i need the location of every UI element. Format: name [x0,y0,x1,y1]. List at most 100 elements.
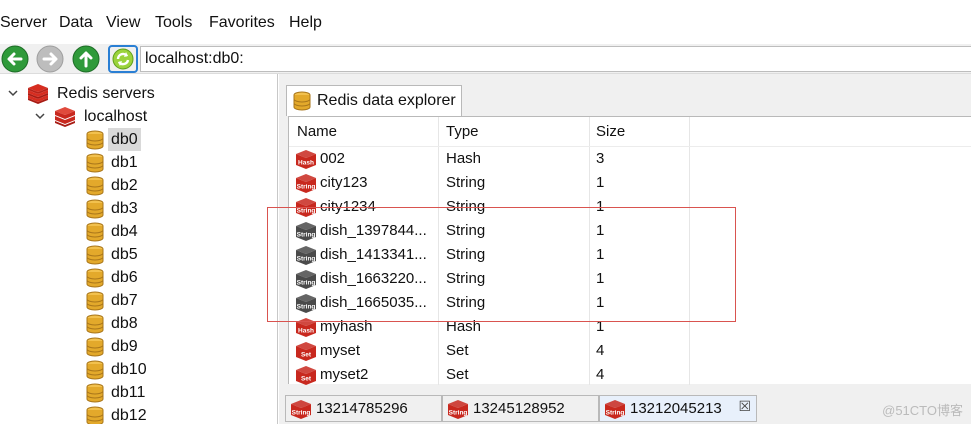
menu-favorites[interactable]: Favorites [209,13,275,33]
tree-item-db8[interactable]: db8 [0,312,277,335]
tree-item-label: db3 [111,200,138,217]
tree-item-db6[interactable]: db6 [0,266,277,289]
tab-redis-data-explorer[interactable]: Redis data explorer [286,85,462,116]
menu-server[interactable]: Server [0,13,47,33]
cell-name: 002 [320,150,346,167]
cell-size: 4 [596,366,605,383]
tree-item-label: db8 [111,315,138,332]
database-icon [86,176,104,196]
set-key-icon: Set [294,341,318,362]
menu-data[interactable]: Data [59,13,93,33]
forward-arrow-icon[interactable] [36,45,64,73]
cell-type: Hash [446,150,482,167]
chevron-down-icon[interactable] [34,110,46,122]
database-icon [86,291,104,311]
column-header-size[interactable]: Size [596,120,625,144]
chevron-down-icon[interactable] [7,87,19,99]
tree-item-db11[interactable]: db11 [0,381,277,404]
tree-item-label: db11 [111,384,146,401]
up-arrow-icon[interactable] [72,45,100,73]
string-key-icon: String [603,399,627,420]
cell-name: city123 [320,174,368,191]
string-key-icon: String [294,173,318,194]
tree-item-label: db1 [111,154,138,171]
back-arrow-icon[interactable] [1,45,29,73]
set-key-icon: Set [294,365,318,386]
cell-type: String [446,174,486,191]
close-icon[interactable]: ☒ [738,398,751,415]
database-icon [86,406,104,424]
table-row[interactable]: Hash 002 Hash 3 [289,147,971,171]
tree-item-db5[interactable]: db5 [0,243,277,266]
database-icon [86,153,104,173]
menu-view[interactable]: View [106,13,140,33]
menu-bar: Server Data View Tools Favorites Help [0,0,971,44]
database-icon [86,245,104,265]
tree-item-db3[interactable]: db3 [0,197,277,220]
redis-servers-icon [28,84,48,104]
tree-item-db12[interactable]: db12 [0,404,277,424]
tree-item-label: db0 [108,128,141,151]
tree-item-label: db7 [111,292,138,309]
cell-type: Set [446,342,469,359]
database-icon [86,199,104,219]
tree-item-label: db10 [111,361,147,378]
cell-size: 3 [596,150,605,167]
tab-label: Redis data explorer [317,92,456,109]
svg-text:String: String [449,410,468,417]
tree-item-db2[interactable]: db2 [0,174,277,197]
key-tab[interactable]: String 13245128952 [442,395,599,422]
hash-key-icon: Hash [294,149,318,170]
redis-server-icon [55,107,75,127]
tree-root-label: Redis servers [57,85,155,102]
tree-item-db7[interactable]: db7 [0,289,277,312]
key-tab-label: 13214785296 [316,400,408,417]
svg-text:Hash: Hash [298,328,314,335]
column-header-type[interactable]: Type [446,120,479,144]
table-row[interactable]: Set myset2 Set 4 [289,363,971,387]
database-icon [86,360,104,380]
svg-text:Hash: Hash [298,160,314,167]
svg-text:Set: Set [301,376,312,383]
tree-item-db10[interactable]: db10 [0,358,277,381]
database-icon [86,314,104,334]
database-icon [293,91,311,111]
server-tree: Redis servers localhost db0 db1 db2 db3 db4 d… [0,74,278,424]
tree-item-label: db5 [111,246,138,263]
string-key-icon: String [289,399,313,420]
cell-name: myset2 [320,366,369,383]
key-tab-label: 13212045213 [630,400,722,417]
tree-item-db4[interactable]: db4 [0,220,277,243]
cell-name: myset [320,342,361,359]
tree-item-label: db6 [111,269,138,286]
menu-help[interactable]: Help [289,13,322,33]
svg-text:String: String [292,410,311,417]
cell-size: 4 [596,342,605,359]
menu-tools[interactable]: Tools [155,13,192,33]
column-header-name[interactable]: Name [297,120,337,144]
database-icon [86,268,104,288]
highlight-rectangle [267,207,736,322]
database-icon [86,337,104,357]
database-icon [86,130,104,150]
table-row[interactable]: Set myset Set 4 [289,339,971,363]
string-key-icon: String [446,399,470,420]
database-icon [86,222,104,242]
tree-item-db1[interactable]: db1 [0,151,277,174]
tree-server-label: localhost [84,108,148,125]
key-tab[interactable]: String 13214785296 [285,395,442,422]
key-tab-label: 13245128952 [473,400,565,417]
svg-text:String: String [297,184,316,191]
tree-server-localhost[interactable]: localhost [0,105,277,128]
tree-item-label: db2 [111,177,138,194]
key-tab[interactable]: String 13212045213 ☒ [599,395,757,422]
table-row[interactable]: String city123 String 1 [289,171,971,195]
tree-item-db0[interactable]: db0 [0,128,277,151]
watermark: @51CTO博客 [882,403,963,418]
tree-root-redis-servers[interactable]: Redis servers [0,82,277,105]
tree-item-label: db4 [111,223,138,240]
address-field[interactable]: localhost:db0: [140,46,971,72]
tree-item-db9[interactable]: db9 [0,335,277,358]
refresh-icon[interactable] [108,45,138,73]
database-icon [86,383,104,403]
